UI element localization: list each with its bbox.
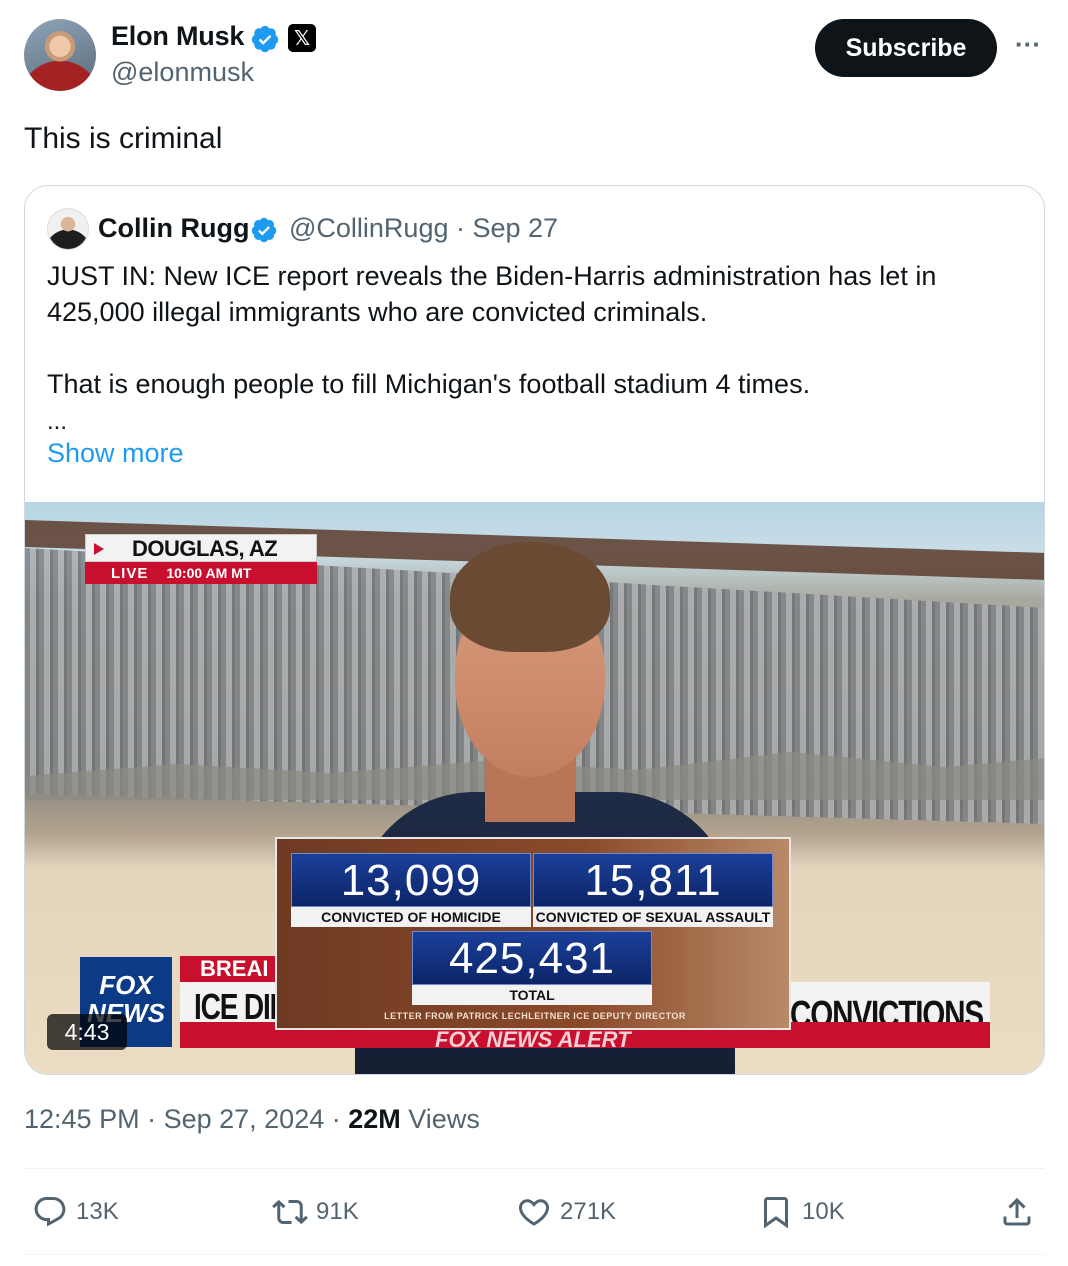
- video-alert-text: FOX NEWS ALERT: [435, 1027, 631, 1052]
- video-duration: 4:43: [47, 1014, 127, 1050]
- bookmark-button[interactable]: 10K: [758, 1192, 845, 1232]
- video-source-line: LETTER FROM PATRICK LECHLEITNER ICE DEPU…: [384, 1011, 686, 1021]
- author-handle[interactable]: @elonmusk: [111, 57, 254, 88]
- stat-label: TOTAL: [412, 985, 652, 1005]
- repost-count: 91K: [316, 1198, 359, 1225]
- show-more-link[interactable]: Show more: [47, 438, 184, 469]
- repost-icon: [272, 1199, 308, 1225]
- video-breaking-label: BREAI: [180, 956, 280, 982]
- stat-homicide: 13,099 CONVICTED OF HOMICIDE: [291, 853, 531, 927]
- quoted-author-avatar[interactable]: [47, 208, 89, 250]
- author-avatar[interactable]: [24, 19, 96, 91]
- reply-icon: [34, 1197, 66, 1227]
- share-icon: [1003, 1197, 1031, 1226]
- subscribe-button[interactable]: Subscribe: [815, 19, 997, 77]
- quoted-tweet-text: JUST IN: New ICE report reveals the Bide…: [47, 258, 1017, 402]
- views-count: 22M: [348, 1104, 401, 1134]
- like-count: 271K: [560, 1198, 617, 1225]
- video-player[interactable]: DOUGLAS, AZ LIVE 10:00 AM MT BREAI ICE D…: [25, 502, 1044, 1074]
- tweet-date[interactable]: Sep 27, 2024: [164, 1104, 325, 1134]
- tweet-text: This is criminal: [24, 122, 223, 155]
- tweet-time[interactable]: 12:45 PM: [24, 1104, 140, 1134]
- reply-button[interactable]: 13K: [32, 1192, 119, 1232]
- stat-label: CONVICTED OF SEXUAL ASSAULT: [533, 907, 773, 927]
- like-button[interactable]: 271K: [516, 1192, 616, 1232]
- share-button[interactable]: [999, 1192, 1035, 1232]
- tweet-timestamp[interactable]: 12:45 PM · Sep 27, 2024 · 22M Views: [24, 1104, 480, 1135]
- divider: [24, 1254, 1045, 1255]
- video-location: DOUGLAS, AZ: [132, 536, 278, 561]
- bookmark-icon: [764, 1197, 788, 1229]
- stat-value: 15,811: [533, 853, 773, 907]
- stat-label: CONVICTED OF HOMICIDE: [291, 907, 531, 927]
- stat-value: 425,431: [412, 931, 652, 985]
- stat-value: 13,099: [291, 853, 531, 907]
- quoted-text-line: JUST IN: New ICE report reveals the Bide…: [47, 261, 937, 327]
- verified-badge-icon: [251, 25, 279, 53]
- quoted-text-line: That is enough people to fill Michigan's…: [47, 369, 811, 399]
- stat-sexual-assault: 15,811 CONVICTED OF SEXUAL ASSAULT: [533, 853, 773, 927]
- video-stats-graphic: 13,099 CONVICTED OF HOMICIDE 15,811 CONV…: [275, 837, 791, 1030]
- author-name[interactable]: Elon Musk: [111, 21, 244, 52]
- verified-badge-icon: [251, 217, 277, 243]
- quoted-author-name[interactable]: Collin Rugg: [98, 213, 249, 244]
- repost-button[interactable]: 91K: [272, 1192, 359, 1232]
- video-location-bug: DOUGLAS, AZ LIVE 10:00 AM MT: [85, 534, 317, 584]
- video-time: 10:00 AM MT: [166, 565, 252, 581]
- views-label: Views: [408, 1104, 480, 1134]
- heart-icon: [518, 1199, 550, 1226]
- divider: [24, 1168, 1045, 1169]
- tweet-actions: 13K 91K 271K 10K: [24, 1192, 1045, 1232]
- stat-total: 425,431 TOTAL: [412, 931, 652, 1005]
- x-affiliate-icon: 𝕏: [288, 24, 316, 52]
- play-marker-icon: [94, 543, 104, 555]
- quoted-handle-date[interactable]: @CollinRugg · Sep 27: [289, 213, 558, 244]
- bookmark-count: 10K: [802, 1198, 845, 1225]
- reply-count: 13K: [76, 1198, 119, 1225]
- more-options-icon[interactable]: ···: [1012, 30, 1044, 62]
- quoted-ellipsis: ...: [47, 408, 68, 435]
- video-live-label: LIVE: [111, 564, 149, 582]
- quoted-tweet-card[interactable]: Collin Rugg @CollinRugg · Sep 27 JUST IN…: [24, 185, 1045, 1075]
